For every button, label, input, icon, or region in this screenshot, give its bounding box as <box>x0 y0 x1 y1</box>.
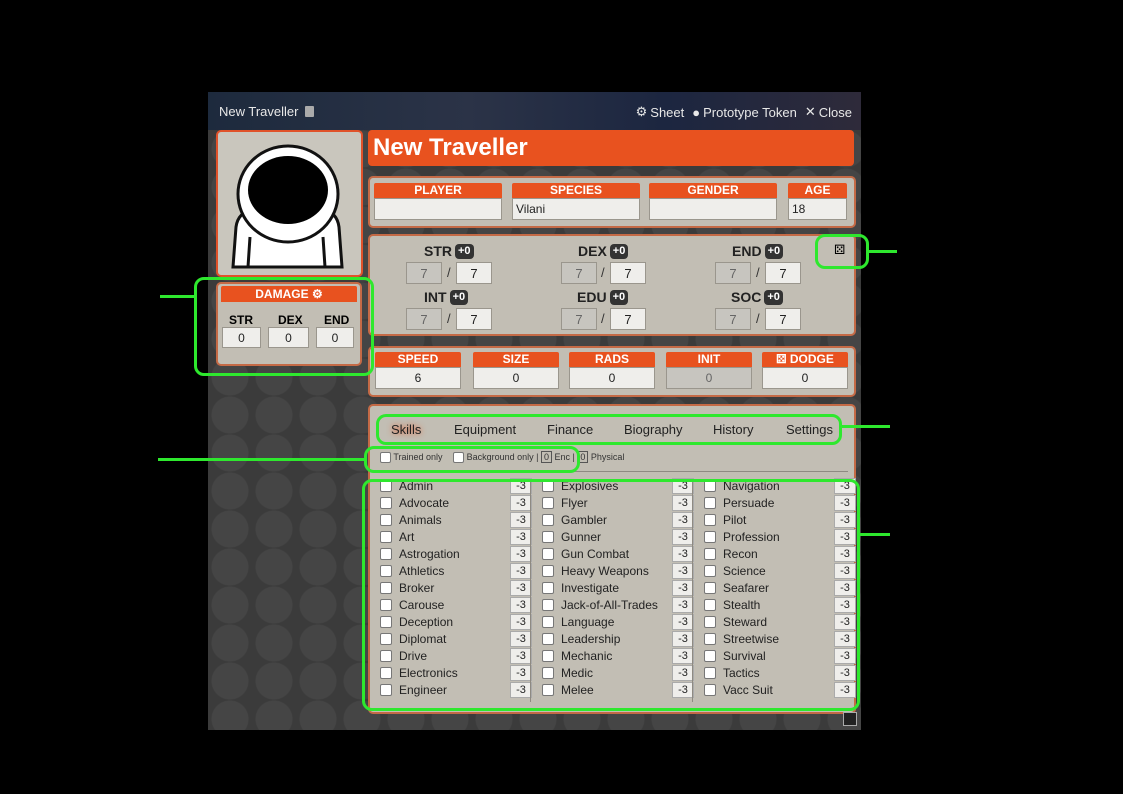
dodge-label[interactable]: ⚄ DODGE <box>762 352 848 367</box>
annotation-skills-pointer <box>860 533 890 536</box>
sheet-label: Sheet <box>650 104 685 120</box>
init-field: 0 <box>666 367 752 389</box>
end-current[interactable]: 7 <box>715 262 751 284</box>
user-circle-icon: ● <box>692 104 701 120</box>
dex-mod: +0 <box>609 243 629 259</box>
dex-name: DEX <box>578 243 607 259</box>
dodge-label-text: DODGE <box>789 352 834 366</box>
dex-current[interactable]: 7 <box>561 262 597 284</box>
age-group: AGE 18 <box>788 183 847 220</box>
dex-slash: / <box>601 265 605 280</box>
speed-label: SPEED <box>375 352 461 367</box>
annotation-damage-highlight <box>194 277 374 376</box>
resize-handle-icon[interactable] <box>843 712 857 726</box>
int-mod: +0 <box>449 289 469 305</box>
size-group: SIZE 0 <box>473 352 559 389</box>
rads-field[interactable]: 0 <box>569 367 655 389</box>
gear-icon: ⚙ <box>635 104 648 119</box>
str-name: STR <box>424 243 452 259</box>
edu-name: EDU <box>577 289 607 305</box>
character-info-panel: PLAYER SPECIES Vilani GENDER AGE 18 <box>368 176 856 228</box>
edu-max[interactable]: 7 <box>610 308 646 330</box>
age-field[interactable]: 18 <box>788 198 847 220</box>
sheet-button[interactable]: ⚙ Sheet <box>636 104 685 120</box>
close-icon: ✕ <box>804 104 816 119</box>
gender-label: GENDER <box>649 183 777 198</box>
rads-label: RADS <box>569 352 655 367</box>
dice-icon: ⚄ <box>776 352 787 366</box>
speed-group: SPEED 6 <box>375 352 461 389</box>
str-slash: / <box>447 265 451 280</box>
rads-group: RADS 0 <box>569 352 655 389</box>
soc-slash: / <box>756 311 760 326</box>
edu-mod: +0 <box>609 289 629 305</box>
physical-label: Physical <box>590 452 625 462</box>
annotation-tabs-pointer <box>842 425 890 428</box>
dodge-field[interactable]: 0 <box>762 367 848 389</box>
characteristics-panel: STR +0 7 / 7 DEX +0 7 / 7 END +0 7 / 7 ⚄ IN… <box>368 234 856 336</box>
window-title: New Traveller <box>219 104 315 119</box>
player-group: PLAYER <box>374 183 502 220</box>
int-name: INT <box>424 289 447 305</box>
character-name[interactable]: New Traveller <box>368 130 854 166</box>
prototype-token-button[interactable]: ● Prototype Token <box>692 104 797 120</box>
character-portrait[interactable] <box>216 130 363 277</box>
species-label: SPECIES <box>512 183 640 198</box>
annotation-skills-highlight <box>362 479 860 711</box>
annotation-dice-highlight <box>815 234 869 269</box>
player-label: PLAYER <box>374 183 502 198</box>
derived-stats-panel: SPEED 6 SIZE 0 RADS 0 INIT 0 ⚄ DODGE 0 <box>368 346 856 397</box>
soc-mod: +0 <box>764 289 783 305</box>
annotation-tabs-highlight <box>376 414 842 445</box>
player-field[interactable] <box>374 198 502 220</box>
annotation-damage-pointer <box>160 295 194 298</box>
edu-slash: / <box>601 311 605 326</box>
age-label: AGE <box>788 183 847 198</box>
end-label[interactable]: END +0 <box>732 243 784 259</box>
species-field[interactable]: Vilani <box>512 198 640 220</box>
edu-current[interactable]: 7 <box>561 308 597 330</box>
int-max[interactable]: 7 <box>456 308 492 330</box>
edu-label[interactable]: EDU +0 <box>577 289 629 305</box>
soc-name: SOC <box>731 289 762 305</box>
annotation-filters-pointer <box>158 458 364 461</box>
str-label[interactable]: STR +0 <box>424 243 474 259</box>
init-group: INIT 0 <box>666 352 752 389</box>
astronaut-icon <box>231 144 344 269</box>
species-group: SPECIES Vilani <box>512 183 640 220</box>
str-max[interactable]: 7 <box>456 262 492 284</box>
init-label: INIT <box>666 352 752 367</box>
speed-field[interactable]: 6 <box>375 367 461 389</box>
end-max[interactable]: 7 <box>765 262 801 284</box>
annotation-filters-highlight <box>364 446 580 473</box>
annotation-dice-pointer <box>869 250 897 253</box>
end-mod: +0 <box>764 243 784 259</box>
soc-current[interactable]: 7 <box>715 308 751 330</box>
dodge-group: ⚄ DODGE 0 <box>762 352 848 389</box>
window-title-text: New Traveller <box>219 104 299 119</box>
str-current[interactable]: 7 <box>406 262 442 284</box>
prototype-token-label: Prototype Token <box>703 104 797 120</box>
close-button[interactable]: ✕ Close <box>805 104 852 120</box>
gender-field[interactable] <box>649 198 777 220</box>
end-slash: / <box>756 265 760 280</box>
gender-group: GENDER <box>649 183 777 220</box>
str-mod: +0 <box>455 243 474 259</box>
soc-label[interactable]: SOC +0 <box>731 289 783 305</box>
soc-max[interactable]: 7 <box>765 308 801 330</box>
book-icon[interactable] <box>305 106 315 117</box>
size-field[interactable]: 0 <box>473 367 559 389</box>
dex-max[interactable]: 7 <box>610 262 646 284</box>
int-slash: / <box>447 311 451 326</box>
int-current[interactable]: 7 <box>406 308 442 330</box>
window-titlebar[interactable]: New Traveller ⚙ Sheet ● Prototype Token ✕ C… <box>208 92 861 130</box>
int-label[interactable]: INT +0 <box>424 289 469 305</box>
dex-label[interactable]: DEX +0 <box>578 243 629 259</box>
end-name: END <box>732 243 762 259</box>
close-label: Close <box>818 104 852 120</box>
size-label: SIZE <box>473 352 559 367</box>
